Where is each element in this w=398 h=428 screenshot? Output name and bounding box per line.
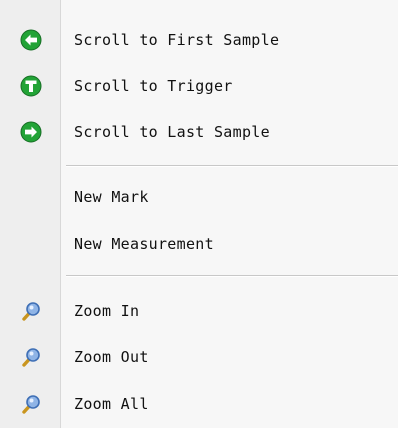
trigger-t-green-icon: [20, 75, 42, 97]
menu-item-scroll-to-first-sample[interactable]: Scroll to First Sample: [0, 20, 398, 60]
menu-item-zoom-out[interactable]: Zoom Out: [0, 337, 398, 377]
magnifier-icon: [22, 395, 40, 414]
menu-item-zoom-all[interactable]: Zoom All: [0, 384, 398, 424]
menu-item-zoom-in[interactable]: Zoom In: [0, 291, 398, 331]
menu-item-label: Zoom Out: [74, 348, 149, 366]
arrow-right-green-icon: [20, 121, 42, 143]
context-menu: Scroll to First Sample Scroll to Trigger…: [0, 0, 398, 428]
menu-item-label: Scroll to Trigger: [74, 77, 233, 95]
menu-item-label: Scroll to Last Sample: [74, 123, 270, 141]
menu-item-label: New Mark: [74, 188, 149, 206]
menu-item-new-mark[interactable]: New Mark: [0, 177, 398, 217]
magnifier-icon: [22, 302, 40, 321]
menu-item-label: New Measurement: [74, 235, 214, 253]
menu-item-scroll-to-trigger[interactable]: Scroll to Trigger: [0, 66, 398, 106]
menu-item-label: Zoom In: [74, 302, 140, 320]
menu-item-new-measurement[interactable]: New Measurement: [0, 224, 398, 264]
menu-item-label: Scroll to First Sample: [74, 31, 280, 49]
menu-item-scroll-to-last-sample[interactable]: Scroll to Last Sample: [0, 112, 398, 152]
menu-separator: [66, 275, 398, 277]
magnifier-icon: [22, 348, 40, 367]
arrow-left-green-icon: [20, 29, 42, 51]
menu-separator: [66, 165, 398, 167]
menu-item-label: Zoom All: [74, 395, 149, 413]
